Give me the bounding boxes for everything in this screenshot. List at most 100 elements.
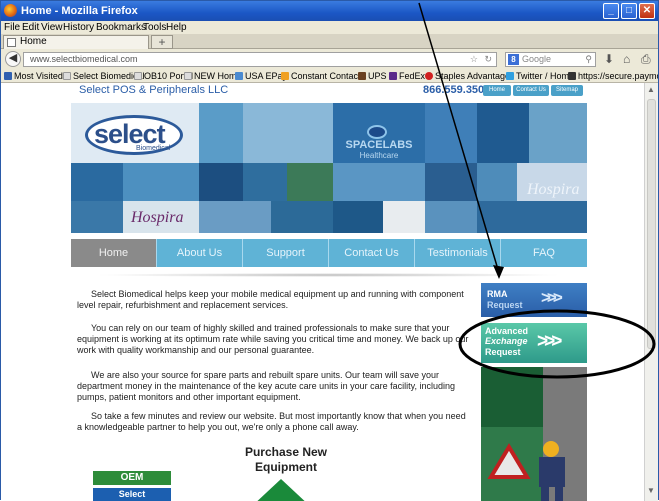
- nav-contact-us[interactable]: Contact Us: [329, 239, 415, 267]
- new-tab-button[interactable]: +: [151, 35, 173, 49]
- banner-photo: [71, 201, 123, 233]
- bookmark-icon: [358, 72, 366, 80]
- menu-tools[interactable]: Tools: [143, 22, 166, 33]
- bookmark-item[interactable]: USA EPay: [235, 71, 287, 81]
- menu-bookmarks[interactable]: Bookmarks: [96, 22, 146, 33]
- bookmark-icon: [425, 72, 433, 80]
- bookmark-icon: [235, 72, 243, 80]
- nav-home[interactable]: Home: [71, 239, 157, 267]
- triangle-graphic: [251, 479, 311, 501]
- banner-photo: [123, 163, 199, 201]
- hospira-logo: Hospira: [131, 209, 184, 226]
- search-icon[interactable]: ⚲: [585, 53, 592, 66]
- banner-photo: [243, 163, 287, 201]
- top-link-home[interactable]: Home: [483, 85, 511, 96]
- scroll-up-icon[interactable]: ▲: [647, 85, 655, 94]
- maximize-button[interactable]: □: [621, 3, 637, 19]
- title-bar[interactable]: Home - Mozilla Firefox _ □ ✕: [1, 1, 658, 21]
- search-placeholder: Google: [522, 54, 552, 64]
- website: Select POS & Peripherals LLC 866.559.350…: [71, 83, 587, 501]
- url-bar[interactable]: www.selectbiomedical.com ☆ ↻: [23, 52, 497, 67]
- chevrons-icon: >>>: [537, 331, 562, 352]
- bookmark-item[interactable]: Staples Advantage: [425, 71, 510, 81]
- tab-strip: Home +: [1, 34, 658, 49]
- banner-photo: [477, 201, 587, 233]
- scroll-down-icon[interactable]: ▼: [647, 486, 655, 495]
- bookmark-icon: [281, 72, 289, 80]
- page-viewport: Select POS & Peripherals LLC 866.559.350…: [1, 83, 644, 501]
- search-box[interactable]: 8 Google ⚲: [505, 52, 596, 67]
- paragraph: So take a few minutes and review our web…: [77, 411, 466, 432]
- bookmark-item[interactable]: Select Biomedical: [63, 71, 145, 81]
- tab-home[interactable]: Home: [3, 35, 149, 49]
- menu-view[interactable]: View: [41, 22, 63, 33]
- menu-help[interactable]: Help: [166, 22, 187, 33]
- vertical-scrollbar[interactable]: ▲ ▼: [644, 83, 658, 501]
- banner-photo: [199, 163, 243, 201]
- phone-number: 866.559.3500: [423, 84, 491, 96]
- technician-illustration: [481, 367, 587, 501]
- banner-photo: [271, 201, 333, 233]
- paragraph: Select Biomedical helps keep your mobile…: [77, 289, 464, 310]
- url-text: www.selectbiomedical.com: [30, 54, 138, 64]
- close-button[interactable]: ✕: [639, 3, 655, 19]
- bookmark-item[interactable]: UPS: [358, 71, 387, 81]
- bookmark-star-icon[interactable]: ☆: [470, 53, 478, 66]
- oem-select-button[interactable]: Select: [93, 488, 171, 501]
- technician-photo: [481, 367, 587, 501]
- bookmark-item[interactable]: Most Visited: [4, 71, 63, 81]
- google-icon: 8: [508, 54, 519, 65]
- bookmark-icon: [134, 72, 142, 80]
- download-icon[interactable]: ⬇: [604, 52, 614, 66]
- home-icon[interactable]: ⌂: [623, 52, 630, 66]
- banner-photo: [425, 163, 477, 201]
- bookmark-item[interactable]: FedEx: [389, 71, 425, 81]
- bookmark-item[interactable]: Constant Contact: [281, 71, 361, 81]
- menu-history[interactable]: History: [63, 22, 94, 33]
- print-icon[interactable]: ⎙: [641, 52, 651, 67]
- nav-about-us[interactable]: About Us: [157, 239, 243, 267]
- company-name: Select POS & Peripherals LLC: [79, 84, 229, 96]
- banner-photo: [287, 163, 333, 201]
- firefox-window: Home - Mozilla Firefox _ □ ✕ File Edit V…: [0, 0, 659, 501]
- bookmark-item[interactable]: Twitter / Home: [506, 71, 574, 81]
- top-link-contact[interactable]: Contact Us: [513, 85, 549, 96]
- bookmarks-toolbar: Most Visited Select Biomedical OB10 Port…: [1, 69, 658, 83]
- paragraph: You can rely on our team of highly skill…: [77, 323, 469, 355]
- divider: [93, 273, 563, 277]
- paragraph: We are also your source for spare parts …: [77, 370, 456, 402]
- advanced-exchange-button[interactable]: Advanced Exchange Request >>>: [481, 323, 587, 363]
- oem-button[interactable]: OEM: [93, 471, 171, 485]
- banner-photo: [333, 163, 425, 201]
- banner-photo: [243, 103, 333, 163]
- purchase-new-equipment-heading: Purchase New Equipment: [244, 445, 328, 474]
- reload-icon[interactable]: ↻: [484, 53, 492, 66]
- back-arrow-icon[interactable]: ◀: [5, 51, 21, 67]
- bookmark-icon: [184, 72, 192, 80]
- bookmark-icon: [568, 72, 576, 80]
- nav-testimonials[interactable]: Testimonials: [415, 239, 501, 267]
- hospira-logo: Hospira: [527, 181, 580, 198]
- banner-photo: [199, 103, 243, 163]
- nav-faq[interactable]: FAQ: [501, 239, 587, 267]
- navigation-toolbar: ◀ www.selectbiomedical.com ☆ ↻ 8 Google …: [1, 49, 658, 69]
- minimize-button[interactable]: _: [603, 3, 619, 19]
- top-link-sitemap[interactable]: Sitemap: [551, 85, 583, 96]
- window-title: Home - Mozilla Firefox: [21, 5, 138, 17]
- firefox-icon: [4, 4, 17, 17]
- nav-support[interactable]: Support: [243, 239, 329, 267]
- banner-photo: [199, 201, 271, 233]
- bookmark-item[interactable]: NEW Home: [184, 71, 242, 81]
- select-biomedical-logo: select Biomedical: [85, 115, 183, 155]
- rma-request-button[interactable]: RMA Request >>>: [481, 283, 587, 317]
- bookmark-item[interactable]: https://secure.paymo...: [568, 71, 658, 81]
- scroll-thumb[interactable]: [647, 99, 656, 349]
- menu-file[interactable]: File: [4, 22, 20, 33]
- banner-photo: [333, 201, 383, 233]
- bookmark-icon: [4, 72, 12, 80]
- banner-photo: [71, 163, 123, 201]
- site-header: Select POS & Peripherals LLC 866.559.350…: [71, 83, 587, 99]
- spacelabs-mark-icon: [367, 125, 387, 139]
- menu-edit[interactable]: Edit: [22, 22, 39, 33]
- bookmark-icon: [389, 72, 397, 80]
